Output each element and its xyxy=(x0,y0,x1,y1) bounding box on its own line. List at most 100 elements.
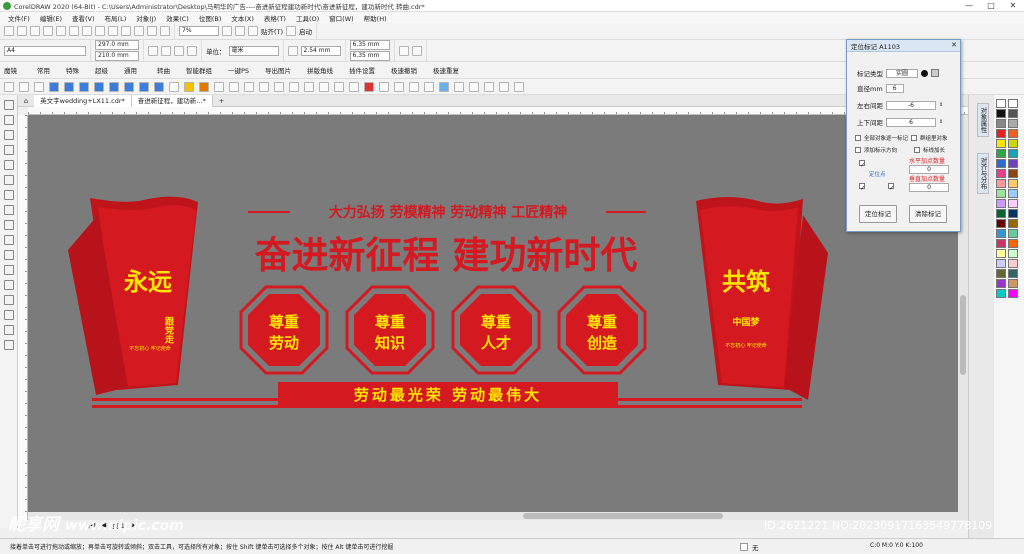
page-size-select[interactable]: A4 xyxy=(4,45,86,56)
zoom-select[interactable]: 7% xyxy=(179,26,219,36)
export-icon[interactable] xyxy=(147,26,157,36)
menu-effects[interactable]: 效果(C) xyxy=(161,13,194,23)
tab-welcome[interactable]: ⌂ xyxy=(18,95,34,107)
gear-icon[interactable] xyxy=(286,26,297,36)
page-layout-icon[interactable] xyxy=(398,45,409,56)
swatch-red[interactable] xyxy=(996,129,1006,138)
docker-tab-object-properties[interactable]: 对象属性 xyxy=(977,103,989,137)
plugin-special[interactable]: 特殊 xyxy=(66,65,79,75)
menu-view[interactable]: 查看(V) xyxy=(67,13,100,23)
open-icon[interactable] xyxy=(17,26,27,36)
swatch-none[interactable] xyxy=(996,99,1006,108)
interactive-fill-icon[interactable] xyxy=(4,325,14,335)
swatch-gray[interactable] xyxy=(996,119,1006,128)
wireframe-icon[interactable] xyxy=(235,26,245,36)
tb-spinner-icon[interactable]: ⇕ xyxy=(939,119,943,125)
minimize-button[interactable]: — xyxy=(958,0,980,12)
octagon-4[interactable]: 尊重 创造 xyxy=(557,285,647,375)
swatch-light-pink[interactable] xyxy=(1008,199,1018,208)
menu-bitmaps[interactable]: 位图(B) xyxy=(194,13,227,23)
dialog-titlebar[interactable]: 定位标记 A1103 ✕ xyxy=(847,40,960,52)
search-icon[interactable] xyxy=(121,26,131,36)
plugin-smart-group[interactable]: 智能群组 xyxy=(186,65,212,75)
octagon-3[interactable]: 尊重 人才 xyxy=(451,285,541,375)
plugin-settings[interactable]: 插件设置 xyxy=(349,65,375,75)
light-blue-tool-icon[interactable] xyxy=(439,81,449,92)
plugin-fast-undo[interactable]: 极速撤销 xyxy=(391,65,417,75)
pick-tool-icon[interactable] xyxy=(4,100,14,110)
transparency-icon[interactable] xyxy=(4,295,14,305)
h-count-field[interactable]: 0 xyxy=(909,165,949,174)
swatch-pale-green[interactable] xyxy=(1008,249,1018,258)
tool-d-icon[interactable] xyxy=(259,81,269,92)
current-page-icon[interactable] xyxy=(187,45,197,56)
page-height-field[interactable]: 210.0 mm xyxy=(95,51,139,61)
swatch-rose[interactable] xyxy=(996,239,1006,248)
blue-tool-2-icon[interactable] xyxy=(64,81,74,92)
menu-text[interactable]: 文本(X) xyxy=(226,13,259,23)
add-tab-icon[interactable]: + xyxy=(213,95,230,107)
tool-o-icon[interactable] xyxy=(454,81,464,92)
swatch-light-blue[interactable] xyxy=(1008,189,1018,198)
anchor-checkbox-right[interactable]: ✓ xyxy=(888,183,894,192)
menu-object[interactable]: 对象(J) xyxy=(131,13,161,23)
portrait-icon[interactable] xyxy=(148,45,158,56)
swatch-light-orange[interactable] xyxy=(1008,179,1018,188)
tool-j-icon[interactable] xyxy=(349,81,359,92)
launch-menu[interactable]: 启动 xyxy=(299,26,312,36)
dialog-close-icon[interactable]: ✕ xyxy=(951,41,957,49)
cut-icon[interactable] xyxy=(56,26,66,36)
connector-tool-icon[interactable] xyxy=(4,265,14,275)
menu-edit[interactable]: 编辑(E) xyxy=(35,13,67,23)
swatch-pale-red[interactable] xyxy=(1008,259,1018,268)
blue-tool-7-icon[interactable] xyxy=(139,81,149,92)
tool-f-icon[interactable] xyxy=(289,81,299,92)
octagon-1[interactable]: 尊重 劳动 xyxy=(239,285,329,375)
extend-line-checkbox[interactable] xyxy=(914,147,921,153)
units-select[interactable]: 毫米 xyxy=(228,45,279,56)
position-mark-button[interactable]: 定位标记 xyxy=(859,205,897,223)
landscape-icon[interactable] xyxy=(161,45,171,56)
plugin-imposition-marks[interactable]: 拼版角线 xyxy=(307,65,333,75)
swatch-mint[interactable] xyxy=(1008,229,1018,238)
swatch-pale-yellow[interactable] xyxy=(996,249,1006,258)
parallel-dimension-icon[interactable] xyxy=(4,250,14,260)
new-icon[interactable] xyxy=(4,26,14,36)
all-objects-checkbox[interactable] xyxy=(855,135,861,141)
swatch-navy[interactable] xyxy=(1008,209,1018,218)
all-pages-icon[interactable] xyxy=(174,45,184,56)
menu-file[interactable]: 文件(F) xyxy=(3,13,35,23)
swatch-light-green[interactable] xyxy=(996,189,1006,198)
anchor-checkbox-top[interactable]: ✓ xyxy=(859,160,865,169)
diameter-field[interactable]: 6 xyxy=(885,83,904,93)
tool-n-icon[interactable] xyxy=(424,81,434,92)
menu-layout[interactable]: 布局(L) xyxy=(100,13,132,23)
tool-g-icon[interactable] xyxy=(304,81,314,92)
swatch-teal[interactable] xyxy=(1008,149,1018,158)
menu-tools[interactable]: 工具(O) xyxy=(291,13,324,23)
close-button[interactable]: ✕ xyxy=(1002,0,1024,12)
plugin-convert-curves[interactable]: 转曲 xyxy=(157,65,170,75)
grid-icon[interactable] xyxy=(248,26,258,36)
maximize-button[interactable]: □ xyxy=(980,0,1002,12)
plugin-common[interactable]: 常用 xyxy=(37,65,50,75)
tool-a-icon[interactable] xyxy=(214,81,224,92)
tb-spacing-field[interactable]: 6 xyxy=(886,117,936,127)
swatch-violet[interactable] xyxy=(996,279,1006,288)
swatch-ochre[interactable] xyxy=(1008,219,1018,228)
mark-type-select[interactable]: 实圆 xyxy=(886,68,918,78)
color-picker-icon[interactable] xyxy=(931,69,939,77)
menu-help[interactable]: 帮助(H) xyxy=(359,13,392,23)
crop-tool-icon[interactable] xyxy=(4,130,14,140)
fill-swatch[interactable] xyxy=(740,543,748,551)
plugin-one-click-ps[interactable]: 一键PS xyxy=(228,65,249,75)
pick-icon[interactable] xyxy=(4,81,14,92)
zoom-tool-icon[interactable] xyxy=(4,145,14,155)
tool-h-icon[interactable] xyxy=(319,81,329,92)
solid-circle-icon[interactable] xyxy=(921,69,928,77)
tool-k-icon[interactable] xyxy=(379,81,389,92)
drawing-canvas[interactable]: 劳动最光荣 劳动最伟大 大力弘扬 劳模精神 劳动精神 工匠精神 奋进新征程 建功… xyxy=(28,115,968,520)
swatch-maroon[interactable] xyxy=(996,219,1006,228)
octagon-2[interactable]: 尊重 知识 xyxy=(345,285,435,375)
tool-i-icon[interactable] xyxy=(334,81,344,92)
